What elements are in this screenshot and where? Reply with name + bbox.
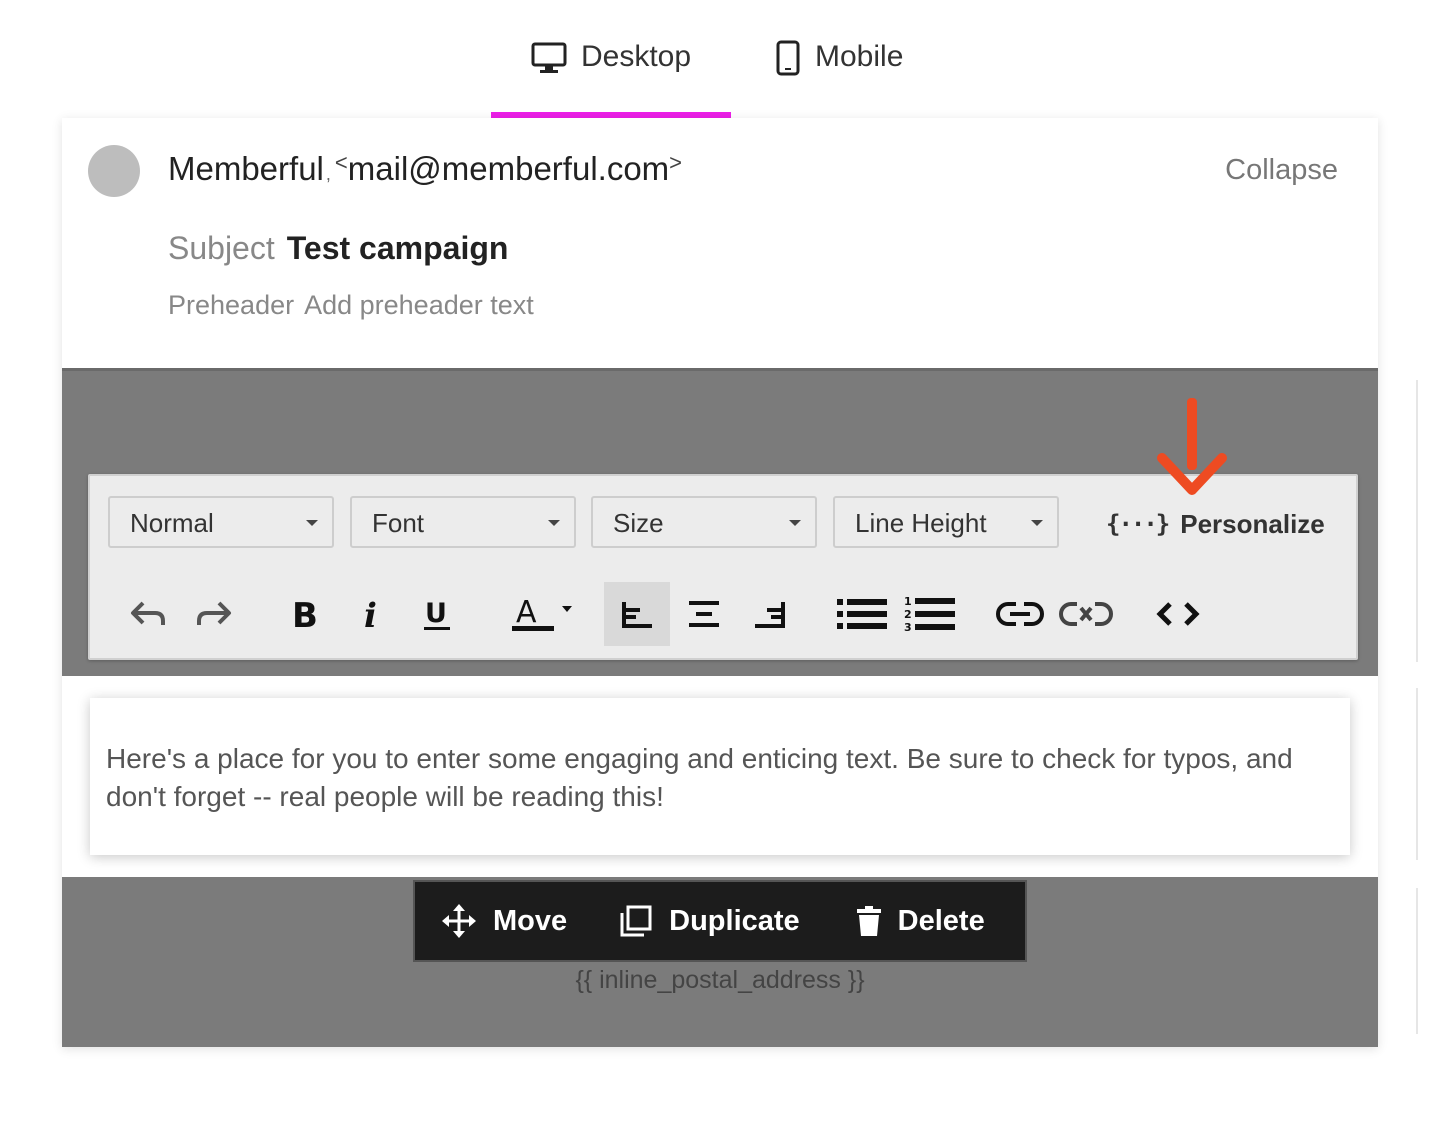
link-button[interactable] (988, 582, 1052, 646)
code-view-icon (1156, 600, 1200, 628)
bold-button[interactable]: B (274, 582, 338, 646)
subject-value: Test campaign (286, 230, 509, 266)
align-left-button[interactable] (604, 582, 670, 646)
trash-icon (856, 905, 882, 937)
svg-text:A: A (516, 595, 537, 630)
caret-down-icon (1031, 520, 1043, 526)
email-editor-card: Memberful, <mail@memberful.com> Collapse … (62, 118, 1378, 1047)
redo-button[interactable] (182, 582, 246, 646)
move-button[interactable]: Move (441, 903, 567, 939)
svg-text:i: i (364, 598, 377, 630)
underline-button[interactable]: U (405, 582, 469, 646)
text-color-icon: A (506, 594, 574, 634)
duplicate-button[interactable]: Duplicate (619, 904, 800, 938)
undo-button[interactable] (116, 582, 180, 646)
duplicate-icon (619, 904, 653, 938)
sender-name: Memberful (168, 150, 324, 187)
duplicate-label: Duplicate (669, 904, 800, 937)
line-height-dropdown-value: Line Height (855, 508, 987, 538)
move-label: Move (493, 904, 568, 937)
tab-desktop[interactable]: Desktop (491, 40, 731, 118)
sender-avatar (88, 145, 140, 197)
sender-separator: , (325, 164, 331, 184)
move-icon (441, 903, 477, 939)
preheader-label: Preheader (168, 290, 295, 320)
italic-button[interactable]: i (340, 582, 404, 646)
svg-text:1: 1 (904, 595, 912, 608)
subject-line[interactable]: Subject Test campaign (168, 230, 508, 267)
personalize-button[interactable]: {···} Personalize (1106, 506, 1325, 542)
svg-text:B: B (292, 598, 318, 630)
postal-address-merge-tag: {{ inline_postal_address }} (575, 966, 865, 994)
align-center-button[interactable] (672, 582, 736, 646)
align-right-icon (753, 598, 787, 630)
sender-line: Memberful, <mail@memberful.com> (168, 150, 683, 187)
sender-email: mail@memberful.com (347, 150, 670, 187)
email-header: Memberful, <mail@memberful.com> Collapse … (62, 118, 1378, 368)
undo-icon (129, 599, 167, 629)
svg-text:3: 3 (904, 621, 912, 633)
underline-icon: U (422, 596, 452, 632)
desktop-icon (531, 40, 567, 76)
text-toolbar: Normal Font Size Line Height {···} Perso… (88, 474, 1358, 660)
collapse-link[interactable]: Collapse (1225, 154, 1338, 187)
format-dropdown[interactable]: Normal (108, 496, 334, 548)
scroll-edge (1416, 888, 1418, 1034)
merge-tag-icon: {···} (1106, 510, 1170, 538)
size-dropdown[interactable]: Size (591, 496, 817, 548)
text-content-block[interactable]: Here's a place for you to enter some eng… (90, 698, 1350, 855)
tab-mobile-label: Mobile (815, 40, 904, 73)
preheader-line[interactable]: Preheader Add preheader text (168, 290, 534, 321)
italic-icon: i (362, 598, 382, 630)
view-tabs: Desktop Mobile (0, 0, 1440, 118)
bullet-list-button[interactable] (830, 582, 894, 646)
delete-label: Delete (897, 904, 985, 937)
delete-button[interactable]: Delete (856, 905, 985, 938)
svg-text:U: U (425, 598, 447, 629)
caret-down-icon (306, 520, 318, 526)
personalize-label: Personalize (1180, 508, 1325, 539)
link-icon (996, 600, 1044, 628)
font-dropdown-value: Font (372, 508, 425, 538)
align-right-button[interactable] (738, 582, 802, 646)
format-dropdown-value: Normal (130, 508, 214, 538)
caret-down-icon (548, 520, 560, 526)
code-view-button[interactable] (1146, 582, 1210, 646)
bullet-list-icon (836, 596, 888, 632)
annotation-arrow-icon (1156, 396, 1228, 501)
scroll-edge (1416, 688, 1418, 860)
tab-mobile[interactable]: Mobile (775, 40, 903, 118)
preheader-value: Add preheader text (304, 290, 534, 320)
unlink-button[interactable] (1054, 582, 1118, 646)
tab-desktop-label: Desktop (580, 40, 692, 73)
numbered-list-button[interactable]: 123 (898, 582, 962, 646)
block-action-bar: Move Duplicate Delete (413, 880, 1027, 962)
subject-label: Subject (168, 230, 275, 266)
numbered-list-icon: 123 (904, 595, 956, 633)
line-height-dropdown[interactable]: Line Height (833, 496, 1059, 548)
size-dropdown-value: Size (613, 508, 664, 538)
align-center-icon (687, 598, 721, 630)
svg-text:2: 2 (904, 608, 912, 621)
scroll-edge (1416, 380, 1418, 662)
bold-icon: B (291, 598, 321, 630)
text-color-button[interactable]: A (504, 582, 576, 646)
redo-icon (195, 599, 233, 629)
mobile-icon (775, 40, 801, 76)
caret-down-icon (789, 520, 801, 526)
unlink-icon (1059, 600, 1113, 628)
font-dropdown[interactable]: Font (350, 496, 576, 548)
align-left-icon (620, 598, 654, 630)
